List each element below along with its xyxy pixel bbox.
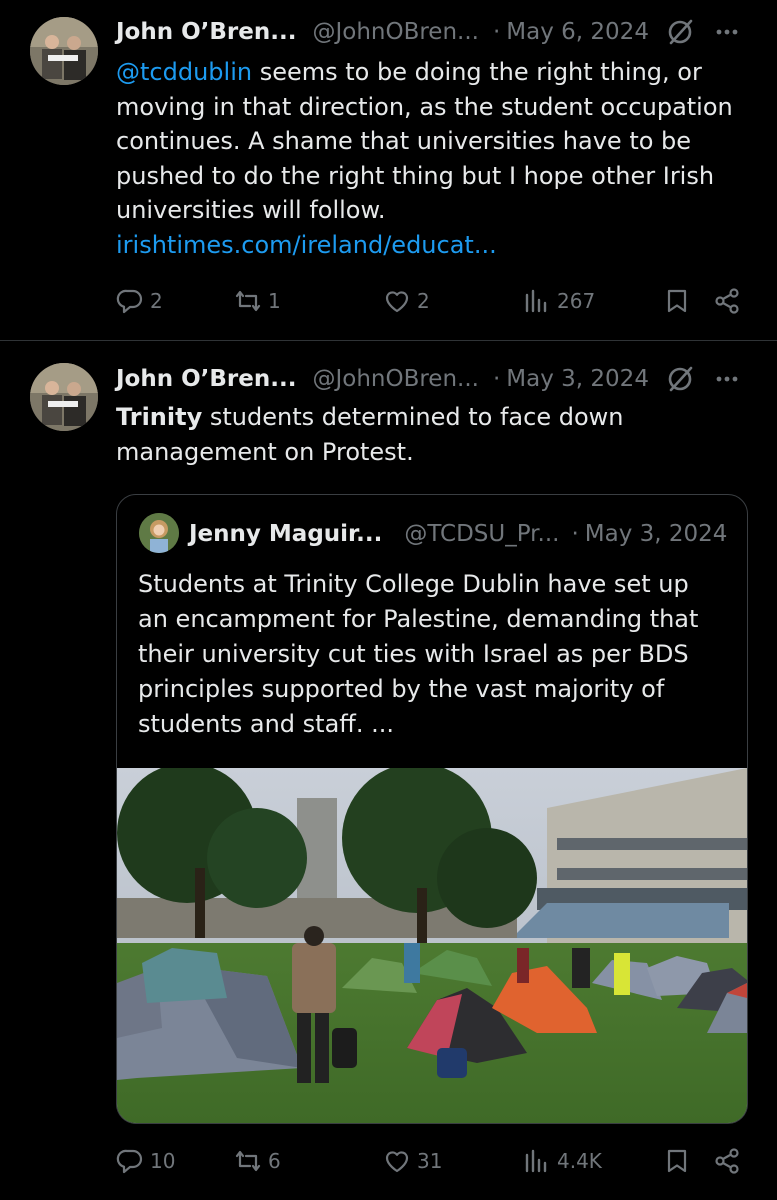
like-count: 2 xyxy=(417,289,430,313)
tweet-text: Trinity students determined to face down… xyxy=(116,400,737,469)
grok-icon[interactable] xyxy=(665,364,695,394)
mention-link[interactable]: @tcddublin xyxy=(116,58,252,86)
quote-author-name[interactable]: Jenny Maguir... xyxy=(189,521,382,547)
tweet-date[interactable]: May 3, 2024 xyxy=(506,366,649,392)
more-icon[interactable] xyxy=(713,365,741,393)
avatar[interactable] xyxy=(30,363,98,431)
repost-button[interactable]: 1 xyxy=(234,287,383,315)
share-button[interactable] xyxy=(713,287,747,315)
bookmark-button[interactable] xyxy=(663,287,713,315)
tweet-date[interactable]: May 6, 2024 xyxy=(506,19,649,45)
encampment-photo xyxy=(117,768,747,1123)
views-button[interactable]: 4.4K xyxy=(523,1147,663,1175)
like-button[interactable]: 31 xyxy=(383,1147,523,1175)
bookmark-icon xyxy=(667,289,687,313)
reply-button[interactable]: 2 xyxy=(116,287,234,315)
quoted-tweet[interactable]: Jenny Maguir... @TCDSU_Pr... · May 3, 20… xyxy=(116,494,748,1124)
repost-count: 6 xyxy=(268,1149,281,1173)
heart-icon xyxy=(385,291,409,313)
share-icon xyxy=(715,288,739,314)
avatar-image xyxy=(30,17,98,85)
separator: · xyxy=(492,366,501,392)
share-icon xyxy=(715,1148,739,1174)
timeline-feed: John O’Bren... @JohnOBren... · May 6, 20… xyxy=(0,0,777,1200)
bookmark-icon xyxy=(667,1149,687,1173)
more-icon[interactable] xyxy=(713,18,741,46)
quote-avatar[interactable] xyxy=(139,513,179,553)
repost-icon xyxy=(235,290,261,312)
quote-text: Students at Trinity College Dublin have … xyxy=(138,570,699,738)
repost-count: 1 xyxy=(268,289,281,313)
tweet[interactable]: John O’Bren... @JohnOBren... · May 3, 20… xyxy=(0,341,777,1200)
share-button[interactable] xyxy=(713,1147,747,1175)
reply-count: 2 xyxy=(150,289,163,313)
grok-icon[interactable] xyxy=(665,17,695,47)
tweet-text: @tcddublin seems to be doing the right t… xyxy=(116,55,737,262)
action-bar: 10 6 31 4.4K xyxy=(116,1143,747,1179)
views-button[interactable]: 267 xyxy=(523,287,663,315)
reply-icon xyxy=(116,1149,143,1174)
quote-avatar-image xyxy=(139,513,179,553)
tweet-header: John O’Bren... @JohnOBren... · May 3, 20… xyxy=(116,359,757,399)
separator: · xyxy=(492,19,501,45)
article-link[interactable]: irishtimes.com/ireland/educat... xyxy=(116,231,497,259)
reply-count: 10 xyxy=(150,1149,176,1173)
like-count: 31 xyxy=(417,1149,443,1173)
reply-icon xyxy=(116,289,143,314)
author-name[interactable]: John O’Bren... xyxy=(116,19,296,45)
quote-separator: · xyxy=(571,521,579,547)
quote-header: Jenny Maguir... @TCDSU_Pr... · May 3, 20… xyxy=(189,517,729,551)
views-icon xyxy=(525,1149,547,1173)
repost-icon xyxy=(235,1150,261,1172)
tweet[interactable]: John O’Bren... @JohnOBren... · May 6, 20… xyxy=(0,0,777,340)
tweet-header: John O’Bren... @JohnOBren... · May 6, 20… xyxy=(116,12,757,52)
views-icon xyxy=(525,289,547,313)
quote-author-handle[interactable]: @TCDSU_Pr... xyxy=(404,521,559,547)
repost-button[interactable]: 6 xyxy=(234,1147,383,1175)
author-handle[interactable]: @JohnOBren... xyxy=(312,366,479,392)
heart-icon xyxy=(385,1151,409,1173)
author-name[interactable]: John O’Bren... xyxy=(116,366,296,392)
avatar[interactable] xyxy=(30,17,98,85)
views-count: 267 xyxy=(557,289,596,313)
bookmark-button[interactable] xyxy=(663,1147,713,1175)
tweet-bold-word: Trinity xyxy=(116,403,203,431)
action-bar: 2 1 2 267 xyxy=(116,283,747,319)
quote-photo[interactable] xyxy=(117,768,747,1123)
quote-date[interactable]: May 3, 2024 xyxy=(585,521,728,547)
reply-button[interactable]: 10 xyxy=(116,1147,234,1175)
author-handle[interactable]: @JohnOBren... xyxy=(312,19,479,45)
views-count: 4.4K xyxy=(557,1149,602,1173)
avatar-image xyxy=(30,363,98,431)
like-button[interactable]: 2 xyxy=(383,287,523,315)
